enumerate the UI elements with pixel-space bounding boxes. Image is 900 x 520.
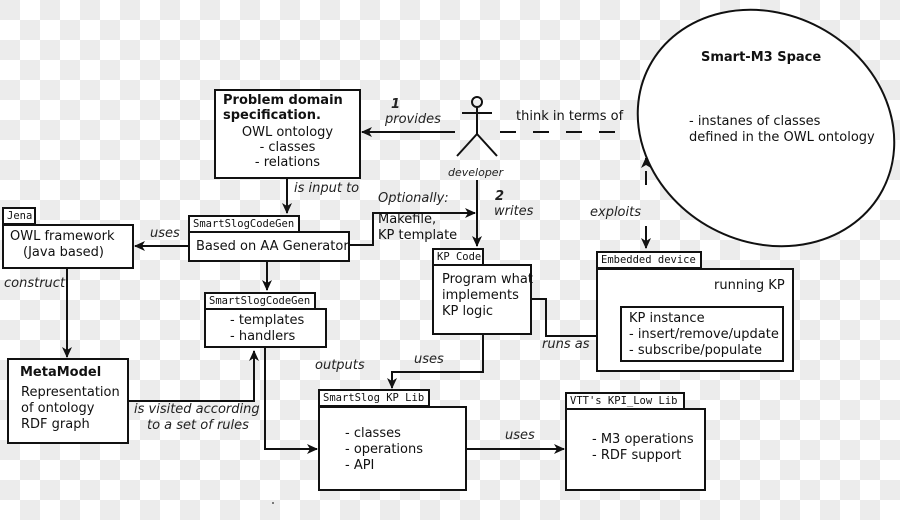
- kp-instance-title: KP instance: [629, 311, 705, 326]
- edge-outputs: [264, 347, 318, 454]
- low-lib-box[interactable]: - M3 operations - RDF support: [565, 408, 706, 491]
- uses-kplib-label: uses: [414, 352, 444, 367]
- low-lib-line: - RDF support: [592, 448, 682, 463]
- writes-step-number: 2: [495, 189, 505, 204]
- outputs-label: outputs: [315, 358, 365, 373]
- smart-m3-space-line-2: defined in the OWL ontology: [689, 130, 875, 145]
- smart-m3-space-line-1: - instanes of classes: [689, 114, 821, 129]
- problem-domain-box[interactable]: Problem domain specification. OWL ontolo…: [214, 89, 361, 179]
- problem-domain-line: - classes: [259, 140, 316, 155]
- codegen-templates-box[interactable]: - templates - handlers: [204, 308, 327, 348]
- edge-is-visited: [128, 350, 259, 402]
- kp-code-line: Program what: [442, 272, 533, 287]
- kp-lib-box[interactable]: - classes - operations - API: [318, 406, 467, 491]
- is-visited-label-2: to a set of rules: [147, 418, 249, 433]
- jena-line-1: OWL framework: [10, 229, 115, 244]
- provides-step-number: 1: [391, 97, 401, 112]
- kp-instance-box[interactable]: KP instance - insert/remove/update - sub…: [620, 306, 784, 362]
- developer-label: developer: [448, 166, 504, 179]
- embedded-device-tab: Embedded device: [596, 251, 702, 269]
- makefile-label-2: KP template: [378, 228, 458, 243]
- kp-lib-tab: SmartSlog KP Lib: [318, 389, 430, 407]
- developer-actor-icon: [456, 96, 498, 157]
- makefile-label-1: Makefile,: [378, 212, 437, 227]
- uses-lowlib-label: uses: [505, 428, 535, 443]
- jena-tab: Jena: [2, 207, 36, 225]
- stray-dot: [272, 502, 274, 504]
- construct-label: construct: [4, 276, 66, 291]
- running-kp-label: running KP: [714, 278, 785, 293]
- problem-domain-title-1: Problem domain: [223, 93, 343, 108]
- smart-m3-space-title: Smart-M3 Space: [701, 50, 822, 65]
- is-input-to-label: is input to: [294, 181, 360, 196]
- problem-domain-line: OWL ontology: [241, 125, 334, 140]
- metamodel-line: Representation: [21, 385, 120, 400]
- codegen-main-box[interactable]: Based on AA Generator: [188, 231, 350, 262]
- jena-box[interactable]: OWL framework (Java based): [2, 224, 134, 269]
- kp-code-line: implements: [442, 288, 519, 303]
- codegen-templates-line: - templates: [230, 313, 305, 328]
- metamodel-line: of ontology: [21, 401, 95, 416]
- kp-lib-line: - classes: [345, 426, 401, 441]
- problem-domain-line: - relations: [254, 155, 321, 170]
- exploits-label: exploits: [590, 205, 641, 220]
- provides-label: provides: [385, 112, 441, 127]
- jena-line-2: (Java based): [23, 245, 104, 260]
- codegen-main-text: Based on AA Generator: [196, 239, 349, 254]
- kp-code-box[interactable]: Program what implements KP logic: [432, 264, 533, 335]
- embedded-device-box[interactable]: running KP KP instance - insert/remove/u…: [596, 268, 794, 372]
- uses-jena-label: uses: [150, 226, 180, 241]
- optionally-label: Optionally:: [378, 191, 449, 206]
- metamodel-line: RDF graph: [21, 417, 90, 432]
- codegen-templates-line: - handlers: [230, 329, 296, 344]
- kp-instance-line: - insert/remove/update: [629, 327, 779, 342]
- metamodel-title: MetaModel: [20, 365, 102, 380]
- kp-lib-line: - operations: [345, 442, 424, 457]
- low-lib-line: - M3 operations: [592, 432, 694, 447]
- is-visited-label-1: is visited according: [134, 402, 260, 417]
- writes-label: writes: [494, 204, 534, 219]
- kp-code-line: KP logic: [442, 304, 494, 319]
- think-in-terms-of-label: think in terms of: [516, 109, 624, 124]
- metamodel-box[interactable]: MetaModel Representation of ontology RDF…: [7, 358, 129, 444]
- kp-instance-line: - subscribe/populate: [629, 343, 762, 358]
- problem-domain-title-2: specification.: [223, 108, 321, 123]
- kp-lib-line: - API: [345, 458, 375, 473]
- runs-as-label: runs as: [542, 337, 590, 352]
